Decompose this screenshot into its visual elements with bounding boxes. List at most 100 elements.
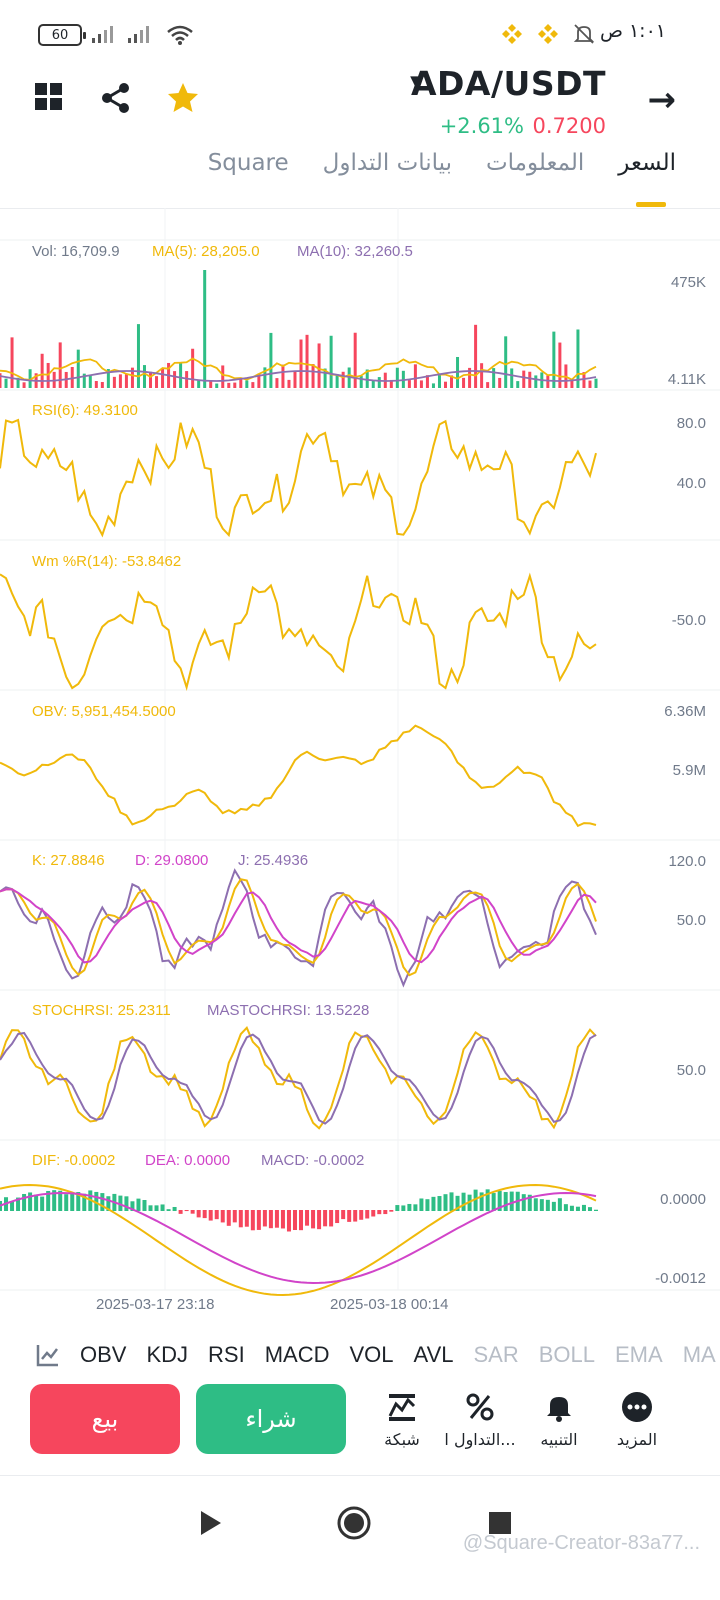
macd-bar [262, 1210, 267, 1227]
more-button[interactable]: المزيد [597, 1390, 677, 1449]
grid-icon[interactable] [34, 82, 64, 112]
mastochrsi-label: MASTOCHRSI: 13.5228 [207, 1002, 370, 1019]
macd-bar [329, 1210, 334, 1227]
back-arrow-icon[interactable]: → [648, 80, 677, 120]
volume-bar [341, 371, 345, 388]
kdj-axis-top: 120.0 [668, 853, 706, 870]
indicator-settings-icon[interactable] [36, 1343, 60, 1367]
macd-bar [160, 1204, 165, 1211]
volume-bar [431, 383, 435, 388]
volume-bar [359, 375, 363, 388]
rsi-label: RSI(6): 49.3100 [32, 402, 138, 419]
volume-bar [179, 362, 183, 388]
macd-bar [64, 1194, 69, 1211]
volume-bar [155, 376, 159, 388]
macd-bar [545, 1199, 550, 1211]
date-label: 2025-03-18 00:14 [330, 1296, 449, 1313]
macd-bar [581, 1204, 586, 1211]
volume-bar [437, 373, 441, 388]
indicator-vol[interactable]: VOL [350, 1342, 394, 1368]
volume-bar [371, 380, 375, 388]
share-icon[interactable] [100, 82, 132, 114]
macd-bar [353, 1210, 358, 1222]
trade-button[interactable]: التداول ا... [440, 1390, 520, 1449]
status-bar: 60 ١:٠١ ص [0, 0, 720, 70]
volume-bar [588, 380, 592, 388]
more-label: المزيد [616, 1430, 658, 1449]
macd-bar [311, 1210, 316, 1229]
macd-bar [395, 1205, 400, 1211]
macd-bar [232, 1210, 237, 1223]
tab-trading-data[interactable]: بيانات التداول [323, 150, 452, 176]
tab-price[interactable]: السعر [618, 150, 676, 176]
volume-bar [94, 381, 98, 388]
macd-bar [371, 1210, 376, 1217]
macd-bar [286, 1210, 291, 1232]
macd-bar [594, 1209, 598, 1211]
binance-icon [502, 24, 522, 44]
indicator-boll[interactable]: BOLL [539, 1342, 595, 1368]
macd-bar [178, 1210, 183, 1214]
battery-level: 60 [51, 27, 69, 43]
macd-bar [407, 1203, 412, 1211]
trade-label: التداول ا... [444, 1430, 516, 1449]
sell-button[interactable]: بيع [30, 1384, 180, 1454]
signal-icon [128, 26, 149, 43]
volume-bar [173, 371, 177, 388]
obv-line [0, 724, 597, 828]
obv-axis-top: 6.36M [664, 703, 706, 720]
volume-bar [4, 378, 8, 388]
percent-icon [466, 1393, 494, 1421]
indicator-sar[interactable]: SAR [473, 1342, 518, 1368]
macd-bar [359, 1210, 364, 1220]
alert-label: التنبيه [540, 1430, 578, 1449]
pair-title[interactable]: ADA/USDT [411, 64, 606, 103]
buy-button[interactable]: شراء [196, 1384, 346, 1454]
star-icon[interactable] [166, 82, 200, 114]
macd-bar [142, 1199, 147, 1211]
indicator-macd[interactable]: MACD [265, 1342, 330, 1368]
volume-bar [413, 364, 417, 388]
macd-bar [389, 1210, 394, 1212]
macd-bar [557, 1198, 562, 1211]
macd-label: MACD: -0.0002 [261, 1152, 365, 1169]
volume-bar [161, 368, 165, 388]
tab-info[interactable]: المعلومات [486, 150, 584, 176]
volume-bar [251, 382, 255, 388]
volume-bar [443, 381, 447, 388]
bell-icon [547, 1397, 571, 1422]
rsi-axis-top: 80.0 [676, 415, 706, 432]
tab-square[interactable]: Square [208, 150, 289, 176]
macd-bar [431, 1196, 436, 1211]
macd-bar [401, 1205, 406, 1211]
battery-icon: 60 [38, 24, 86, 46]
macd-bar [124, 1196, 129, 1211]
macd-bar [563, 1204, 568, 1211]
volume-bar [293, 370, 297, 388]
volume-bar [40, 353, 44, 388]
grid-trading-icon [388, 1394, 416, 1421]
volume-bar [516, 381, 520, 388]
indicator-rsi[interactable]: RSI [208, 1342, 245, 1368]
indicator-kdj[interactable]: KDJ [146, 1342, 188, 1368]
volume-bar [329, 335, 333, 388]
indicator-ma[interactable]: MA [683, 1342, 716, 1368]
macd-bar [292, 1210, 297, 1231]
play-icon[interactable] [198, 1509, 224, 1537]
macd-bar [172, 1206, 177, 1211]
alert-button[interactable]: التنبيه [519, 1390, 599, 1449]
volume-bar [462, 377, 466, 388]
indicator-obv[interactable]: OBV [80, 1342, 126, 1368]
macd-axis-top: 0.0000 [660, 1191, 706, 1208]
macd-bar [377, 1210, 382, 1215]
volume-bar [100, 382, 104, 388]
grid-trading-button[interactable]: شبكة [362, 1390, 442, 1449]
indicator-ema[interactable]: EMA [615, 1342, 663, 1368]
more-icon [622, 1392, 652, 1422]
record-icon[interactable] [336, 1505, 372, 1541]
volume-bar [269, 332, 273, 388]
indicator-avl[interactable]: AVL [414, 1342, 454, 1368]
macd-bar [238, 1210, 243, 1228]
wr-line [0, 572, 597, 691]
volume-bar [305, 334, 309, 388]
